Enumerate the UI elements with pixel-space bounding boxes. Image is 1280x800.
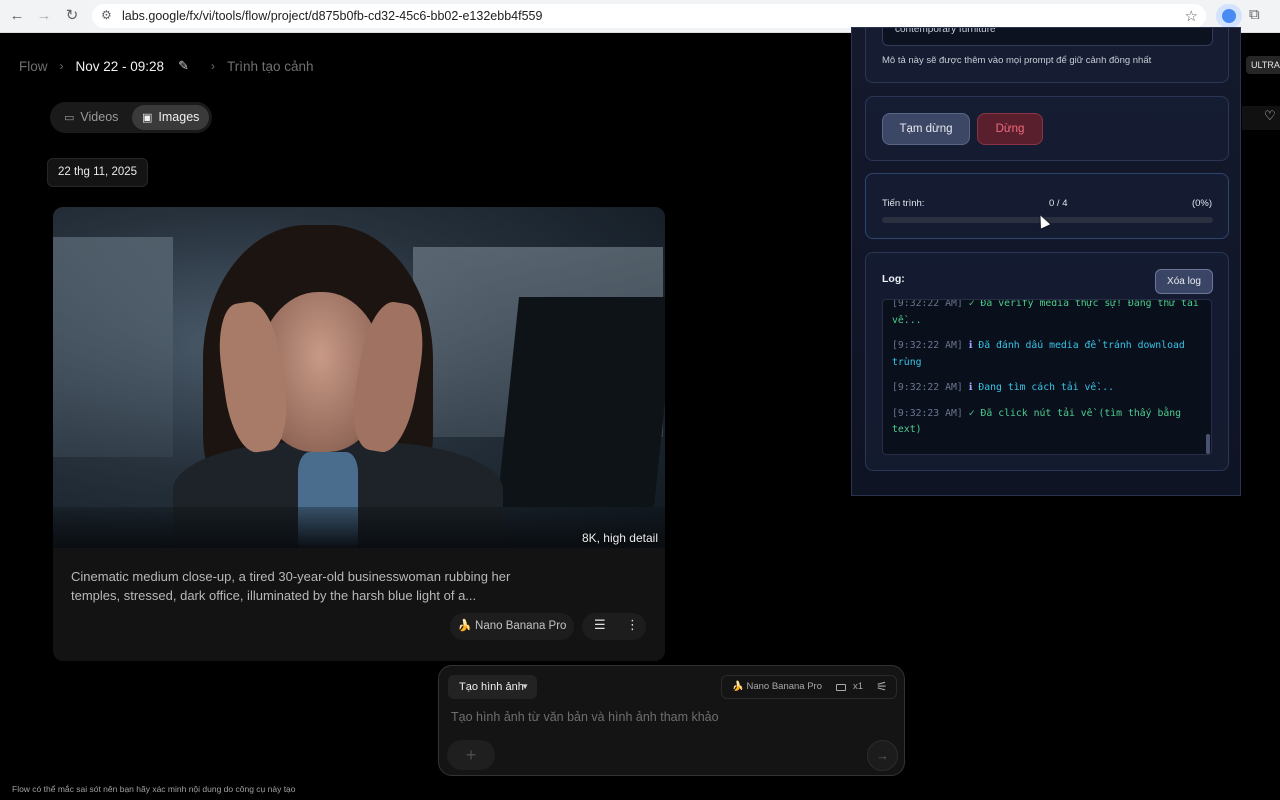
tab-videos-label: Videos bbox=[80, 110, 119, 124]
clear-log-button[interactable]: Xóa log bbox=[1155, 269, 1213, 294]
breadcrumb-flow[interactable]: Flow bbox=[19, 59, 48, 74]
pause-button[interactable]: Tạm dừng bbox=[882, 113, 970, 145]
tune-settings-icon[interactable]: ⚟ bbox=[876, 679, 888, 695]
model-label: 🍌 Nano Banana Pro bbox=[732, 681, 822, 692]
output-count: x1 bbox=[853, 681, 864, 692]
progress-count: 0 / 4 bbox=[1049, 198, 1068, 209]
extension-active-icon[interactable] bbox=[1216, 4, 1242, 28]
log-text: Đang tìm cách tải về... bbox=[978, 382, 1114, 393]
image-caption: 8K, high detail bbox=[581, 531, 658, 545]
log-scrollbar[interactable] bbox=[1206, 434, 1210, 454]
log-section: Log: Xóa log [9:32:22 AM] ✓ Đã verify me… bbox=[865, 252, 1229, 471]
log-output[interactable]: [9:32:22 AM] ✓ Đã verify media thực sự! … bbox=[882, 299, 1212, 455]
log-timestamp: [9:32:23 AM] bbox=[892, 407, 963, 419]
tab-images-label: Images bbox=[158, 110, 200, 124]
heart-icon[interactable]: ♡ bbox=[1264, 108, 1276, 124]
progress-percent: (0%) bbox=[1191, 198, 1212, 209]
forward-icon[interactable]: → bbox=[33, 6, 55, 26]
image-card[interactable]: 8K, high detail Cinematic medium close-u… bbox=[53, 207, 665, 661]
image-icon: ▣ bbox=[142, 112, 153, 124]
breadcrumb-project[interactable]: Nov 22 - 09:28 bbox=[76, 59, 165, 74]
progress-label: Tiến trình: bbox=[882, 198, 925, 209]
video-camera-icon: ▭ bbox=[64, 112, 75, 124]
log-entry: [9:32:22 AM] ✓ Đã verify media thực sự! … bbox=[892, 299, 1202, 329]
check-icon: ✓ bbox=[968, 407, 975, 419]
log-timestamp: [9:32:22 AM] bbox=[892, 340, 963, 351]
address-bar[interactable]: ⚙ labs.google/fx/vi/tools/flow/project/d… bbox=[92, 4, 1206, 28]
scene-context-hint: Mô tả này sẽ được thêm vào mọi prompt để… bbox=[882, 55, 1152, 66]
scene-context-section: contemporary furniture Mô tả này sẽ được… bbox=[865, 27, 1229, 83]
model-chip[interactable]: 🍌 Nano Banana Pro bbox=[450, 613, 574, 640]
site-settings-icon[interactable]: ⚙ bbox=[101, 8, 112, 22]
log-title: Log: bbox=[882, 273, 905, 285]
send-button[interactable]: → bbox=[867, 740, 898, 771]
chevron-right-icon: › bbox=[59, 59, 64, 73]
add-reference-button[interactable]: + bbox=[447, 740, 495, 770]
prompt-composer: Tạo hình ảnh ▼ 🍌 Nano Banana Pro x1 ⚟ Tạ… bbox=[438, 665, 905, 776]
disclaimer: Flow có thể mắc sai sót nên bạn hãy xác … bbox=[12, 784, 296, 794]
scene-context-value: contemporary furniture bbox=[895, 27, 996, 35]
chevron-right-icon: › bbox=[210, 59, 215, 73]
check-icon: ✓ bbox=[968, 299, 975, 309]
prompt-description: Cinematic medium close-up, a tired 30-ye… bbox=[71, 569, 511, 603]
ultra-badge: ULTRA bbox=[1246, 56, 1280, 74]
breadcrumb: Flow › Nov 22 - 09:28 ✎ › Trình tạo cảnh bbox=[19, 57, 314, 75]
log-entry: [9:32:22 AM] ℹ Đang tìm cách tải về... bbox=[892, 380, 1202, 397]
date-chip: 22 thg 11, 2025 bbox=[47, 158, 148, 187]
bookmark-star-icon[interactable]: ☆ bbox=[1185, 7, 1198, 25]
generated-image[interactable]: 8K, high detail bbox=[53, 207, 665, 548]
generation-mode-label: Tạo hình ảnh bbox=[459, 681, 524, 693]
tab-videos[interactable]: ▭ Videos bbox=[54, 105, 128, 130]
controls-section: Tạm dừng Dừng bbox=[865, 96, 1229, 161]
caret-down-icon: ▼ bbox=[521, 682, 529, 691]
card-actions: ☰ ⋮ bbox=[582, 613, 646, 640]
reload-icon[interactable]: ↻ bbox=[61, 6, 83, 26]
generation-mode-dropdown[interactable]: Tạo hình ảnh ▼ bbox=[448, 675, 537, 699]
log-timestamp: [9:32:22 AM] bbox=[892, 382, 963, 393]
scene-context-textarea[interactable]: contemporary furniture bbox=[882, 27, 1213, 46]
aspect-ratio-icon bbox=[836, 684, 846, 691]
progress-section: Tiến trình: 0 / 4 (0%) bbox=[865, 173, 1229, 239]
more-options-icon[interactable]: ⋮ bbox=[626, 617, 639, 633]
generation-settings[interactable]: 🍌 Nano Banana Pro x1 ⚟ bbox=[721, 675, 897, 699]
log-entry: [9:32:22 AM] ℹ Đã đánh dấu media để trán… bbox=[892, 338, 1202, 371]
log-entry: [9:32:23 AM] ✓ Đã click nút tải về (tìm … bbox=[892, 406, 1202, 439]
info-icon: ℹ bbox=[968, 340, 973, 351]
extensions-puzzle-icon[interactable]: ⧉ bbox=[1249, 6, 1260, 23]
breadcrumb-scene-builder[interactable]: Trình tạo cảnh bbox=[227, 59, 314, 74]
reuse-prompt-icon[interactable]: ☰ bbox=[594, 617, 606, 633]
back-icon[interactable]: ← bbox=[6, 6, 28, 26]
extension-panel: contemporary furniture Mô tả này sẽ được… bbox=[851, 27, 1241, 496]
media-type-toggle: ▭ Videos ▣ Images bbox=[50, 102, 212, 133]
stop-button[interactable]: Dừng bbox=[977, 113, 1043, 145]
info-icon: ℹ bbox=[968, 382, 973, 393]
prompt-input[interactable]: Tạo hình ảnh từ văn bản và hình ảnh tham… bbox=[451, 710, 719, 724]
tab-images[interactable]: ▣ Images bbox=[132, 105, 210, 130]
log-timestamp: [9:32:22 AM] bbox=[892, 299, 963, 309]
edit-pencil-icon[interactable]: ✎ bbox=[178, 58, 189, 74]
url-text[interactable]: labs.google/fx/vi/tools/flow/project/d87… bbox=[122, 9, 542, 23]
